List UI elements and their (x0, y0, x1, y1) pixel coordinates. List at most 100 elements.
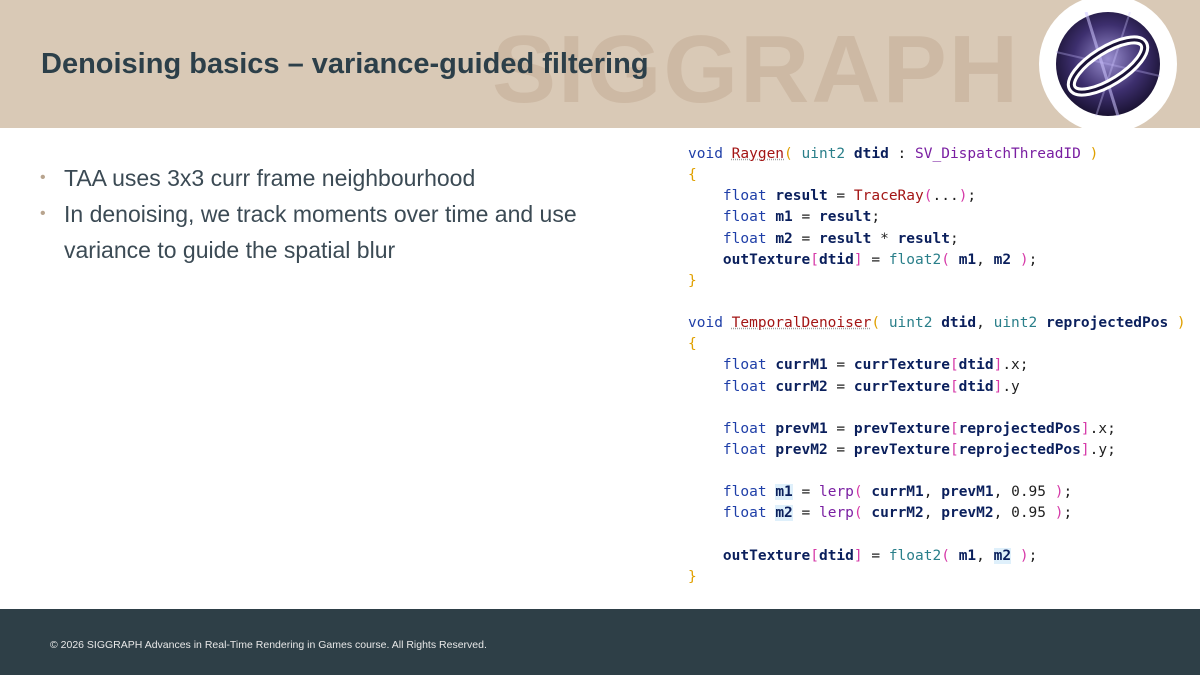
code-token: ... (932, 188, 959, 205)
code-line: { (688, 334, 1198, 355)
code-token: ( (853, 505, 872, 522)
code-token: 0.95 (1011, 505, 1047, 522)
code-token: void (688, 146, 732, 162)
code-line: float currM2 = currTexture[dtid].y (688, 377, 1198, 398)
code-token: prevTexture (853, 441, 950, 458)
code-token: [ (810, 251, 819, 268)
code-token: = (827, 441, 854, 458)
code-token: , (976, 547, 994, 564)
code-token: .y; (1089, 441, 1116, 458)
code-token: uint2 (993, 315, 1046, 332)
code-token: [ (810, 547, 819, 564)
bullet-marker: • (40, 169, 46, 186)
code-token: lerp (818, 484, 854, 501)
code-token: = (827, 420, 854, 437)
code-token: currM2 (775, 378, 828, 395)
code-token: float (722, 357, 776, 374)
code-token: * (871, 230, 898, 247)
bullet-list: • TAA uses 3x3 curr frame neighbourhood … (40, 160, 640, 268)
code-token: reprojectedPos (1045, 315, 1169, 332)
code-token: prevM2 (941, 505, 994, 522)
code-line: float m1 = result; (688, 207, 1198, 228)
code-token: ) (1046, 505, 1064, 522)
code-token: ; (1028, 547, 1038, 564)
code-line: float prevM1 = prevTexture[reprojectedPo… (688, 419, 1198, 440)
code-token: { (688, 336, 697, 353)
siggraph-advances-logo-icon (1039, 0, 1177, 133)
code-token: ( (941, 547, 959, 564)
copyright-notice: © 2026 SIGGRAPH Advances in Real-Time Re… (50, 639, 487, 651)
code-line: } (688, 567, 1198, 588)
code-token: reprojectedPos (958, 441, 1081, 458)
bullet-marker: • (40, 205, 46, 222)
code-token: .y (1002, 378, 1020, 395)
code-token: 0.95 (1011, 484, 1047, 501)
code-token: m1 (775, 484, 793, 501)
code-token: SV_DispatchThreadID (915, 146, 1081, 162)
code-token: = (792, 209, 819, 226)
code-token: currTexture (853, 378, 950, 395)
code-token: = (792, 484, 819, 501)
code-token: dtid (818, 251, 854, 268)
code-token: m2 (775, 230, 793, 247)
code-token: dtid (853, 146, 889, 162)
code-token: m1 (958, 251, 977, 268)
code-token: , (923, 484, 942, 501)
code-token: result (775, 188, 828, 205)
code-token: : (888, 146, 916, 162)
code-token: currM1 (775, 357, 828, 374)
code-token: lerp (818, 505, 854, 522)
code-token: ] (853, 251, 863, 268)
slide-title: Denoising basics – variance-guided filte… (41, 48, 649, 80)
code-line: void TemporalDenoiser( uint2 dtid, uint2… (688, 313, 1198, 334)
code-token: ; (1063, 505, 1073, 522)
code-token: .x; (1002, 357, 1029, 374)
code-token: , (923, 505, 942, 522)
code-token: float (722, 209, 776, 226)
code-token: m2 (993, 251, 1012, 268)
code-token: float (722, 441, 776, 458)
logo-graphic (1056, 12, 1160, 116)
code-token: float (722, 420, 776, 437)
code-token: ; (871, 209, 881, 226)
code-token: outTexture (722, 547, 811, 564)
code-token: m2 (775, 505, 793, 522)
code-token: ) (1011, 251, 1029, 268)
code-token: result (897, 230, 950, 247)
code-token: [ (949, 420, 959, 437)
code-token: Raygen (731, 146, 785, 162)
code-line: outTexture[dtid] = float2( m1, m2 ); (688, 250, 1198, 271)
code-token: ( (941, 251, 959, 268)
code-token: prevTexture (853, 420, 950, 437)
code-line: void Raygen( uint2 dtid : SV_DispatchThr… (688, 144, 1198, 165)
code-token: result (818, 209, 872, 226)
code-token: ; (1063, 484, 1073, 501)
code-token: result (818, 230, 872, 247)
code-line: { (688, 165, 1198, 186)
code-line: float m1 = lerp( currM1, prevM1, 0.95 ); (688, 482, 1198, 503)
code-token: ; (1028, 251, 1038, 268)
code-token: float2 (888, 251, 942, 268)
code-token: = (792, 505, 819, 522)
code-token: outTexture (722, 251, 811, 268)
code-token: .x; (1089, 420, 1116, 437)
code-token: void (688, 315, 732, 332)
code-token: [ (949, 441, 959, 458)
code-token: = (827, 188, 854, 205)
code-token: reprojectedPos (958, 420, 1081, 437)
code-token: dtid (958, 378, 994, 395)
code-token: dtid (941, 315, 977, 332)
code-token: currM2 (871, 505, 924, 522)
code-line: float prevM2 = prevTexture[reprojectedPo… (688, 440, 1198, 461)
code-token: float (722, 378, 776, 395)
code-token: = (862, 547, 889, 564)
code-token: ) (1046, 484, 1064, 501)
code-token: float (722, 484, 776, 501)
